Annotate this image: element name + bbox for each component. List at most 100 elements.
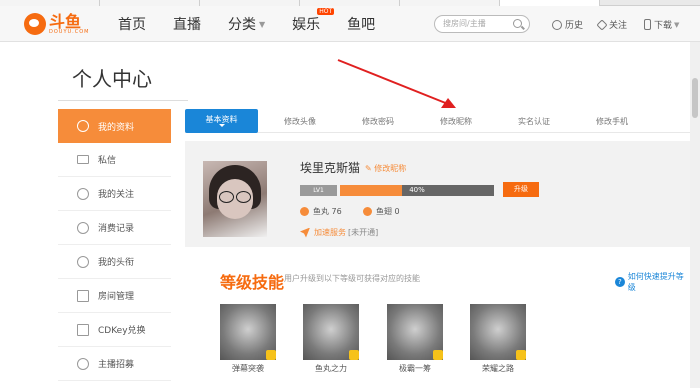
search-icon[interactable]	[513, 19, 522, 28]
divider	[58, 100, 188, 101]
tab-real-name[interactable]: 实名认证	[499, 109, 569, 133]
sidebar: 我的资料 私信 我的关注 消费记录 我的头衔 房间管理 CDKey兑换 主播招募	[58, 109, 171, 381]
chevron-down-icon: ▼	[674, 20, 680, 29]
download-button[interactable]: 下载 ▼	[644, 18, 679, 31]
sidebar-item-messages[interactable]: 私信	[58, 143, 171, 177]
sidebar-item-label: 私信	[98, 156, 117, 166]
heart-icon	[77, 187, 89, 200]
tab-change-phone[interactable]: 修改手机	[577, 109, 647, 133]
tab-change-avatar[interactable]: 修改头像	[265, 109, 335, 133]
page-title: 个人中心	[72, 67, 152, 91]
username: 埃里克斯猫	[300, 161, 361, 175]
help-label: 如何快速提升等级	[627, 272, 684, 292]
sidebar-item-titles[interactable]: 我的头衔	[58, 245, 171, 279]
tab-basic-info[interactable]: 基本资料	[185, 109, 258, 133]
sidebar-item-label: 我的头衔	[98, 258, 135, 268]
fish-fin-text: 鱼翅 0	[376, 207, 400, 216]
rocket-icon	[300, 227, 310, 238]
scrollbar-thumb[interactable]	[692, 78, 698, 118]
hot-badge: HOT	[317, 8, 335, 15]
annotation-arrow-head	[441, 98, 456, 108]
level-badge: LV1	[300, 185, 337, 196]
sidebar-item-following[interactable]: 我的关注	[58, 177, 171, 211]
skill-label: 荣耀之路	[482, 364, 514, 373]
skills-subtitle: 用户升级到以下等级可获得对应的技能	[284, 274, 420, 283]
fish-fin-balance: 鱼翅 0	[363, 206, 400, 217]
upgrade-button[interactable]: 升级	[503, 182, 539, 197]
nav-category[interactable]: 分类 ▼	[228, 14, 265, 34]
sidebar-item-label: 消费记录	[98, 224, 135, 234]
logo-text: 斗鱼	[49, 11, 82, 31]
tab-label: 基本资料	[205, 114, 238, 124]
main-nav: 首页 直播 分类 ▼ 娱乐 HOT 鱼吧	[118, 6, 402, 42]
clock-icon	[552, 19, 562, 30]
heart-icon	[596, 18, 608, 31]
search-placeholder: 搜房间/主播	[443, 19, 486, 28]
nav-entertainment-label: 娱乐	[292, 17, 321, 33]
skill-label: 弹幕突袭	[232, 364, 264, 373]
annotation-arrow-line	[337, 59, 449, 105]
follow-button[interactable]: 关注	[596, 18, 628, 31]
skills-title: 等级技能	[220, 273, 285, 292]
chevron-down-icon: ▼	[259, 19, 266, 29]
skill-icon[interactable]	[220, 304, 276, 360]
nav-fishbar[interactable]: 鱼吧	[347, 14, 375, 34]
nav-live[interactable]: 直播	[173, 14, 201, 34]
sidebar-item-label: 主播招募	[98, 360, 135, 370]
experience-percent: 40%	[409, 186, 425, 194]
fish-fin-icon	[363, 207, 372, 216]
lock-icon	[266, 350, 276, 360]
sidebar-item-recruit[interactable]: 主播招募	[58, 347, 171, 381]
tab-change-nickname[interactable]: 修改昵称	[421, 109, 491, 133]
speed-service-link[interactable]: 加速服务	[314, 227, 346, 238]
sidebar-item-cdkey[interactable]: CDKey兑换	[58, 313, 171, 347]
badge-icon	[77, 255, 89, 268]
people-icon	[77, 357, 89, 370]
user-icon	[77, 120, 89, 132]
skill-icon[interactable]	[387, 304, 443, 360]
sidebar-item-purchases[interactable]: 消费记录	[58, 211, 171, 245]
key-icon	[77, 323, 89, 336]
house-icon	[77, 289, 89, 302]
lock-icon	[516, 350, 526, 360]
edit-nickname-link[interactable]: ✎ 修改昵称	[365, 163, 406, 174]
profile-card: 埃里克斯猫 ✎ 修改昵称 LV1 40% 升级 鱼丸 76 鱼翅 0 加速服务 …	[185, 141, 690, 247]
fish-logo-icon	[24, 13, 46, 35]
sidebar-item-label: 我的资料	[98, 122, 135, 133]
avatar[interactable]	[203, 161, 267, 237]
speed-service: 加速服务 [未开通]	[300, 227, 378, 238]
fish-ball-text: 鱼丸 76	[313, 207, 342, 216]
skill-icon[interactable]	[303, 304, 359, 360]
logo-subtext: DOUYU.COM	[49, 28, 90, 35]
profile-tabs: 基本资料 修改头像 修改密码 修改昵称 实名认证 修改手机	[185, 109, 690, 133]
lock-icon	[433, 350, 443, 360]
fish-ball-icon	[300, 207, 309, 216]
main-content: 基本资料 修改头像 修改密码 修改昵称 实名认证 修改手机 埃里克斯猫 ✎ 修改…	[185, 109, 690, 388]
experience-bar: 40%	[340, 185, 494, 196]
skill-label: 极霸一筹	[399, 364, 431, 373]
sidebar-item-profile[interactable]: 我的资料	[58, 109, 171, 143]
skill-icon[interactable]	[470, 304, 526, 360]
fish-ball-balance: 鱼丸 76	[300, 206, 342, 217]
site-header: 斗鱼 DOUYU.COM 首页 直播 分类 ▼ 娱乐 HOT 鱼吧 搜房间/主播 历…	[0, 6, 700, 42]
nav-home[interactable]: 首页	[118, 14, 146, 34]
question-icon: ?	[615, 277, 625, 287]
search-input[interactable]: 搜房间/主播	[434, 15, 530, 33]
history-button[interactable]: 历史	[552, 18, 583, 31]
download-label: 下载	[654, 21, 673, 31]
help-link[interactable]: ? 如何快速提升等级	[615, 271, 690, 293]
nav-category-label: 分类	[228, 17, 256, 33]
speed-service-status: [未开通]	[348, 228, 379, 237]
sidebar-item-room-management[interactable]: 房间管理	[58, 279, 171, 313]
tab-change-password[interactable]: 修改密码	[343, 109, 413, 133]
follow-label: 关注	[609, 21, 628, 31]
skill-label: 鱼丸之力	[315, 364, 347, 373]
receipt-icon	[77, 221, 89, 234]
logo[interactable]: 斗鱼 DOUYU.COM	[24, 10, 90, 38]
lock-icon	[349, 350, 359, 360]
mail-icon	[77, 155, 89, 164]
sidebar-item-label: 我的关注	[98, 190, 135, 200]
sidebar-item-label: 房间管理	[98, 292, 135, 302]
phone-icon	[644, 19, 651, 30]
nav-entertainment[interactable]: 娱乐 HOT	[292, 8, 335, 34]
